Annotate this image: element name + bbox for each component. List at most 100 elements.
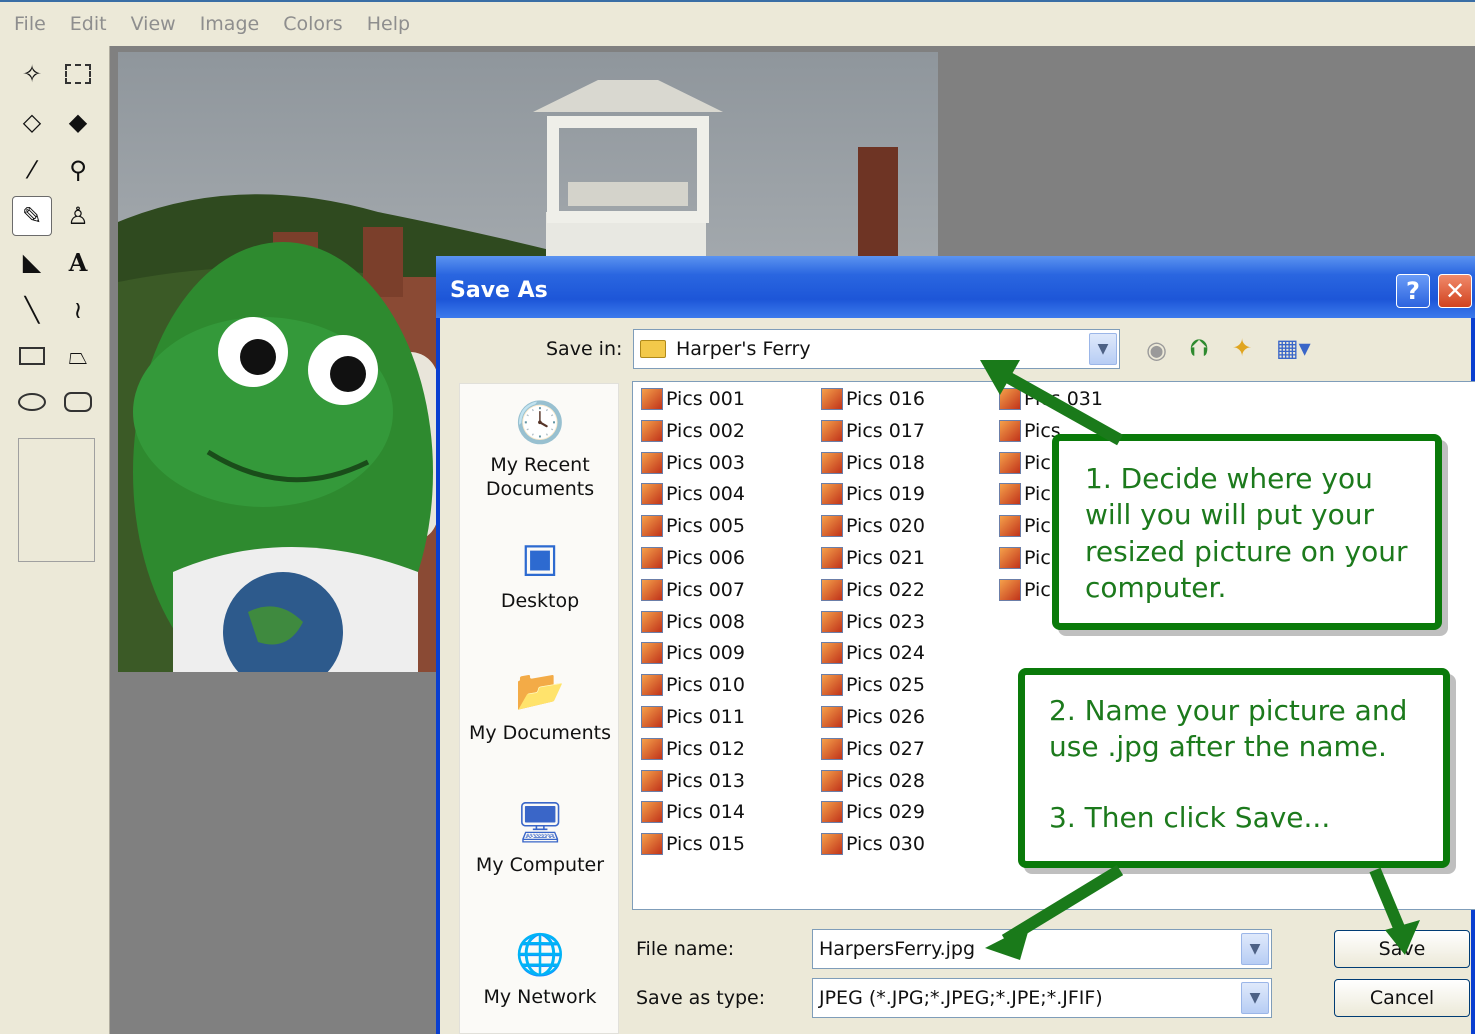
toolbox: ✧ ◇ ◆ ⁄ ⚲ ✎ ♙ ◣ A ╲ ≀ ⏢ [0,46,110,1034]
rectangle-icon[interactable] [12,336,52,376]
rect-select-icon[interactable] [58,54,98,94]
help-button[interactable]: ? [1396,274,1430,308]
image-file-icon [821,578,843,601]
file-item[interactable]: Pics 025 [821,674,925,697]
up-folder-icon[interactable]: ⮉ [1190,334,1208,362]
image-file-icon [641,769,663,792]
file-item[interactable]: Pics 003 [641,451,745,474]
back-icon[interactable]: ◉ [1146,336,1167,364]
file-item[interactable]: Pic [999,451,1051,474]
place-desktop[interactable]: ▣ Desktop [460,530,620,612]
save-in-value: Harper's Ferry [676,338,811,360]
file-name: Pics 013 [666,769,745,792]
file-item[interactable]: Pics 005 [641,515,745,538]
place-label: Desktop [500,590,580,612]
file-item[interactable]: Pics 022 [821,578,925,601]
file-item[interactable]: Pic [999,483,1051,506]
file-item[interactable]: Pics 015 [641,833,745,856]
menu-file[interactable]: File [14,13,46,35]
new-folder-icon[interactable]: ✦ [1232,334,1252,362]
file-item[interactable]: Pics 007 [641,578,745,601]
chevron-down-icon[interactable]: ▼ [1241,933,1269,965]
place-my-network[interactable]: 🌐 My Network [460,926,620,1009]
file-item[interactable]: Pics 012 [641,737,745,760]
file-item[interactable]: Pics 002 [641,419,745,442]
place-label: My Recent Documents [485,454,595,500]
file-name: Pics 006 [666,547,745,569]
menu-view[interactable]: View [131,13,176,35]
image-file-icon [821,801,843,824]
menu-help[interactable]: Help [367,13,410,35]
file-item[interactable]: Pic [999,547,1051,569]
file-item[interactable]: Pic [999,515,1051,538]
place-my-computer[interactable]: 🖥 My Computer [460,794,620,877]
file-item[interactable]: Pics 023 [821,610,925,633]
ellipse-icon[interactable] [12,382,52,422]
magnifier-icon[interactable]: ⚲ [58,150,98,190]
chevron-down-icon[interactable]: ▼ [1089,333,1117,365]
file-item[interactable]: Pics 021 [821,547,925,569]
file-item[interactable]: Pics 010 [641,674,745,697]
file-item[interactable]: Pics 014 [641,801,745,824]
file-name: Pics 028 [846,769,925,792]
file-name: Pics 002 [666,419,745,442]
image-file-icon [641,833,663,856]
file-name: Pics 018 [846,451,925,474]
save-button[interactable]: Save [1334,930,1470,968]
fill-bucket-icon[interactable]: ◆ [58,102,98,142]
tool-options-box[interactable] [18,438,95,562]
file-item[interactable]: Pics 017 [821,419,925,442]
file-item[interactable]: Pics 001 [641,388,745,410]
file-name-input[interactable]: HarpersFerry.jpg ▼ [812,929,1272,969]
image-file-icon [641,801,663,824]
file-name: Pics 010 [666,674,745,697]
chevron-down-icon[interactable]: ▼ [1241,982,1269,1014]
file-item[interactable]: Pics 019 [821,483,925,506]
dialog-title-bar[interactable]: Save As [436,256,1475,318]
close-button[interactable]: ✕ [1438,274,1472,308]
file-item[interactable]: Pics 029 [821,801,925,824]
view-menu-icon[interactable]: ▦▾ [1276,334,1311,362]
file-name: Pics 026 [846,706,925,728]
menu-colors[interactable]: Colors [283,13,343,35]
file-item[interactable]: Pics 020 [821,515,925,538]
file-item[interactable]: Pics 016 [821,388,925,410]
menu-image[interactable]: Image [200,13,260,35]
eraser-icon[interactable]: ◇ [12,102,52,142]
file-name: Pic [1024,578,1051,601]
file-item[interactable]: Pics 011 [641,706,745,728]
file-item[interactable]: Pics 026 [821,706,925,728]
file-item[interactable]: Pics 030 [821,833,925,856]
file-item[interactable]: Pics 004 [641,483,745,506]
airbrush-icon[interactable]: ◣ [12,242,52,282]
free-select-icon[interactable]: ✧ [12,54,52,94]
brush-icon[interactable]: ♙ [58,196,98,236]
image-file-icon [821,833,843,856]
line-icon[interactable]: ╲ [12,290,52,330]
file-item[interactable]: Pics 009 [641,642,745,665]
eyedropper-icon[interactable]: ⁄ [12,150,52,190]
file-item[interactable]: Pics 028 [821,769,925,792]
curve-icon[interactable]: ≀ [58,290,98,330]
file-item[interactable]: Pic [999,578,1051,601]
place-recent-documents[interactable]: 🕓 My Recent Documents [460,394,620,502]
file-item[interactable]: Pics 013 [641,769,745,792]
menu-edit[interactable]: Edit [70,13,107,35]
image-file-icon [641,737,663,760]
place-my-documents[interactable]: 📂 My Documents [460,662,620,745]
pencil-icon[interactable]: ✎ [12,196,52,236]
file-item[interactable]: Pics 008 [641,610,745,633]
save-in-combo[interactable]: Harper's Ferry ▼ [633,329,1120,369]
save-type-select[interactable]: JPEG (*.JPG;*.JPEG;*.JPE;*.JFIF) ▼ [812,978,1272,1018]
rounded-rect-icon[interactable] [58,382,98,422]
file-item[interactable]: Pics 024 [821,642,925,665]
text-tool-icon[interactable]: A [58,242,98,282]
file-item[interactable]: Pics 006 [641,547,745,569]
file-item[interactable]: Pics 031 [999,388,1103,410]
file-item[interactable]: Pics 027 [821,737,925,760]
file-item[interactable]: Pics 018 [821,451,925,474]
file-name: Pic [1024,547,1051,569]
polygon-icon[interactable]: ⏢ [58,336,98,376]
file-name: Pics 011 [666,706,745,728]
cancel-button[interactable]: Cancel [1334,979,1470,1017]
